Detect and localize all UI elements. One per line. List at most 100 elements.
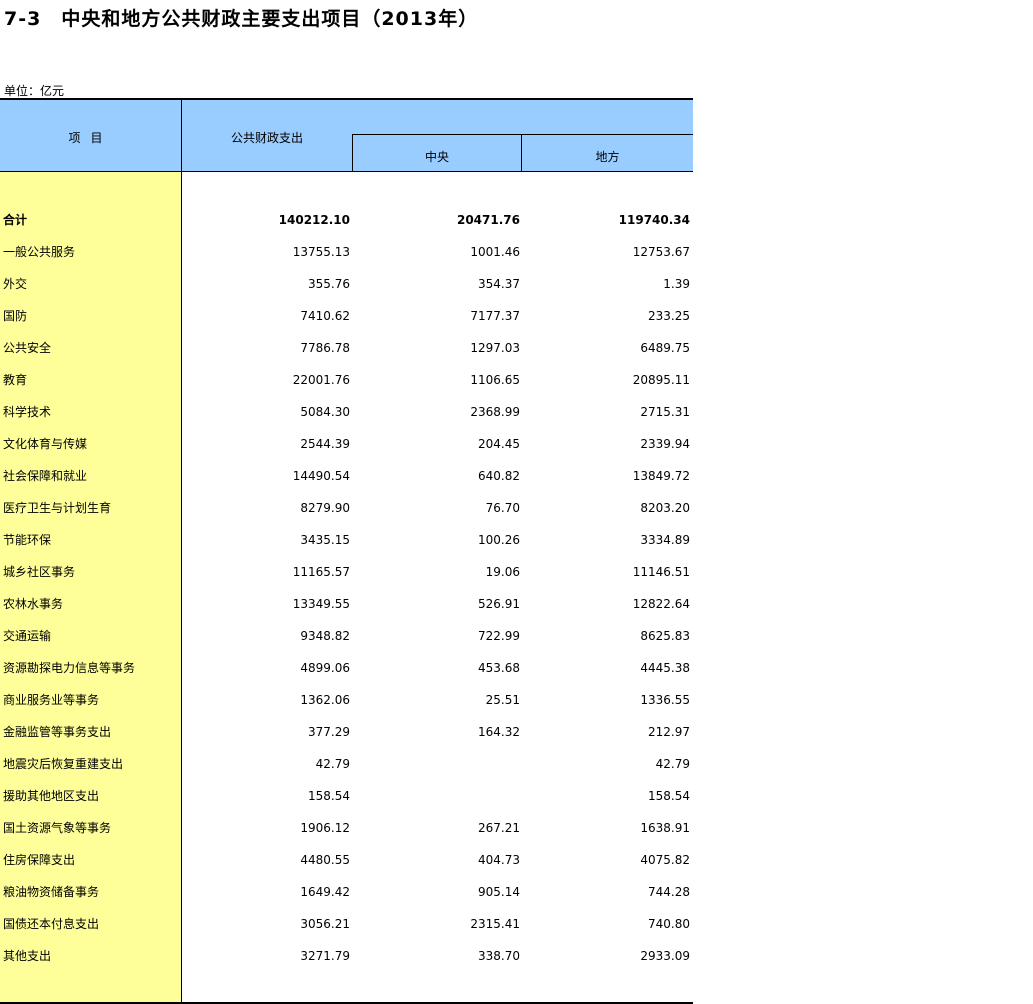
row-label: 社会保障和就业 [3,469,88,483]
table-rows: 合计 140212.10 20471.76 119740.34 一般公共服务 13755.… [0,204,693,972]
row-central-value: 905.14 [478,885,520,899]
row-local-value: 12822.64 [632,597,690,611]
page-title: 7-3 中央和地方公共财政主要支出项目（2013年） [4,8,479,30]
table-row: 农林水事务 13349.55 526.91 12822.64 [0,588,693,620]
row-local-value: 6489.75 [640,341,690,355]
row-total-value: 9348.82 [300,629,350,643]
row-label: 国防 [3,309,28,323]
table-row: 资源勘探电力信息等事务 4899.06 453.68 4445.38 [0,652,693,684]
row-label: 援助其他地区支出 [3,789,100,803]
row-central-value: 338.70 [478,949,520,963]
row-local-value: 20895.11 [632,373,690,387]
row-label: 国债还本付息支出 [3,917,100,931]
row-local-value: 1.39 [663,277,690,291]
row-total-value: 1649.42 [300,885,350,899]
row-local-value: 2339.94 [640,437,690,451]
row-local-value: 2933.09 [640,949,690,963]
row-local-value: 158.54 [648,789,690,803]
row-central-value: 2315.41 [470,917,520,931]
header-item: 项目 [0,100,182,172]
row-local-value: 12753.67 [632,245,690,259]
row-local-value: 8203.20 [640,501,690,515]
row-total-value: 355.76 [308,277,350,291]
row-local-value: 740.80 [648,917,690,931]
row-total-value: 8279.90 [300,501,350,515]
table-row: 国土资源气象等事务 1906.12 267.21 1638.91 [0,812,693,844]
row-central-value: 76.70 [485,501,520,515]
expenditure-table: 项目 公共财政支出 中央 地方 合计 140212.10 20471.76 11974… [0,98,693,1004]
row-label: 金融监管等事务支出 [3,725,112,739]
table-row: 国防 7410.62 7177.37 233.25 [0,300,693,332]
row-label: 公共安全 [3,341,52,355]
row-local-value: 13849.72 [632,469,690,483]
row-label: 外交 [3,277,28,291]
row-label: 节能环保 [3,533,52,547]
row-total-value: 11165.57 [292,565,350,579]
row-local-value: 1336.55 [640,693,690,707]
row-local-value: 11146.51 [632,565,690,579]
row-central-value: 7177.37 [470,309,520,323]
row-central-value: 267.21 [478,821,520,835]
unit-label: 单位：亿元 [4,84,65,98]
row-label: 医疗卫生与计划生育 [3,501,112,515]
table-row: 国债还本付息支出 3056.21 2315.41 740.80 [0,908,693,940]
row-total-value: 140212.10 [278,213,350,227]
table-row: 住房保障支出 4480.55 404.73 4075.82 [0,844,693,876]
row-total-value: 3056.21 [300,917,350,931]
row-local-value: 8625.83 [640,629,690,643]
row-label: 文化体育与传媒 [3,437,88,451]
row-central-value: 640.82 [478,469,520,483]
row-central-value: 526.91 [478,597,520,611]
table-row: 合计 140212.10 20471.76 119740.34 [0,204,693,236]
table-row: 节能环保 3435.15 100.26 3334.89 [0,524,693,556]
row-total-value: 7786.78 [300,341,350,355]
row-total-value: 4480.55 [300,853,350,867]
row-central-value: 1001.46 [470,245,520,259]
row-local-value: 744.28 [648,885,690,899]
row-central-value: 2368.99 [470,405,520,419]
row-total-value: 22001.76 [292,373,350,387]
row-label: 城乡社区事务 [3,565,76,579]
row-total-value: 4899.06 [300,661,350,675]
row-label: 农林水事务 [3,597,64,611]
row-label: 其他支出 [3,949,52,963]
row-total-value: 42.79 [315,757,350,771]
row-total-value: 3271.79 [300,949,350,963]
table-row: 医疗卫生与计划生育 8279.90 76.70 8203.20 [0,492,693,524]
row-label: 国土资源气象等事务 [3,821,112,835]
row-central-value: 453.68 [478,661,520,675]
row-total-value: 1906.12 [300,821,350,835]
row-central-value: 1297.03 [470,341,520,355]
row-total-value: 13755.13 [292,245,350,259]
row-local-value: 4075.82 [640,853,690,867]
row-central-value: 100.26 [478,533,520,547]
table-row: 交通运输 9348.82 722.99 8625.83 [0,620,693,652]
row-local-value: 1638.91 [640,821,690,835]
row-label: 资源勘探电力信息等事务 [3,661,136,675]
row-label: 交通运输 [3,629,52,643]
row-local-value: 4445.38 [640,661,690,675]
row-total-value: 7410.62 [300,309,350,323]
header-central: 中央 [352,135,522,172]
row-label: 粮油物资储备事务 [3,885,100,899]
row-label: 一般公共服务 [3,245,76,259]
row-total-value: 377.29 [308,725,350,739]
row-central-value: 20471.76 [456,213,520,227]
row-total-value: 158.54 [308,789,350,803]
row-total-value: 14490.54 [292,469,350,483]
row-total-value: 5084.30 [300,405,350,419]
table-row: 文化体育与传媒 2544.39 204.45 2339.94 [0,428,693,460]
row-label: 住房保障支出 [3,853,76,867]
row-local-value: 119740.34 [618,213,690,227]
row-total-value: 2544.39 [300,437,350,451]
table-row: 城乡社区事务 11165.57 19.06 11146.51 [0,556,693,588]
row-central-value: 25.51 [485,693,520,707]
table-row: 公共安全 7786.78 1297.03 6489.75 [0,332,693,364]
row-central-value: 19.06 [485,565,520,579]
row-central-value: 164.32 [478,725,520,739]
row-central-value: 404.73 [478,853,520,867]
row-label: 科学技术 [3,405,52,419]
table-row: 援助其他地区支出 158.54 158.54 [0,780,693,812]
row-central-value: 354.37 [478,277,520,291]
row-label: 地震灾后恢复重建支出 [3,757,124,771]
